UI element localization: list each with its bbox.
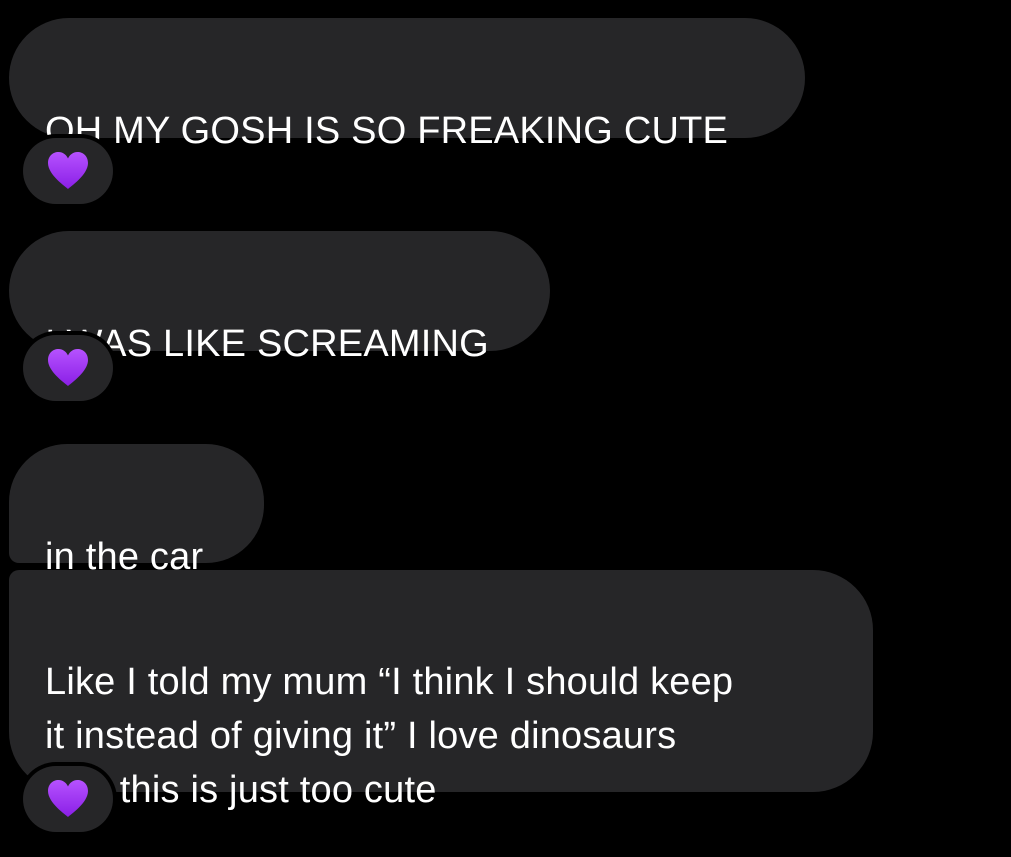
message-bubble[interactable]: Like I told my mum “I think I should kee… <box>9 570 873 811</box>
message-text: OH MY GOSH IS SO FREAKING CUTE <box>45 110 729 152</box>
message-bubble[interactable]: in the car <box>9 444 264 578</box>
message-text: Like I told my mum “I think I should kee… <box>45 661 734 811</box>
reaction-badge[interactable] <box>23 766 113 832</box>
reaction-badge[interactable] <box>23 138 113 204</box>
purple-heart-icon <box>48 349 88 386</box>
message-thread: OH MY GOSH IS SO FREAKING CUTE I WAS LIK… <box>0 0 1011 857</box>
message-bubble[interactable]: I WAS LIKE SCREAMING <box>9 231 550 365</box>
message-group: in the car <box>9 444 264 578</box>
message-group: I WAS LIKE SCREAMING <box>9 231 550 401</box>
message-group: OH MY GOSH IS SO FREAKING CUTE <box>9 18 805 204</box>
message-group: Like I told my mum “I think I should kee… <box>9 570 873 832</box>
purple-heart-icon <box>48 152 88 189</box>
purple-heart-icon <box>48 780 88 817</box>
message-bubble[interactable]: OH MY GOSH IS SO FREAKING CUTE <box>9 18 805 152</box>
reaction-badge[interactable] <box>23 335 113 401</box>
